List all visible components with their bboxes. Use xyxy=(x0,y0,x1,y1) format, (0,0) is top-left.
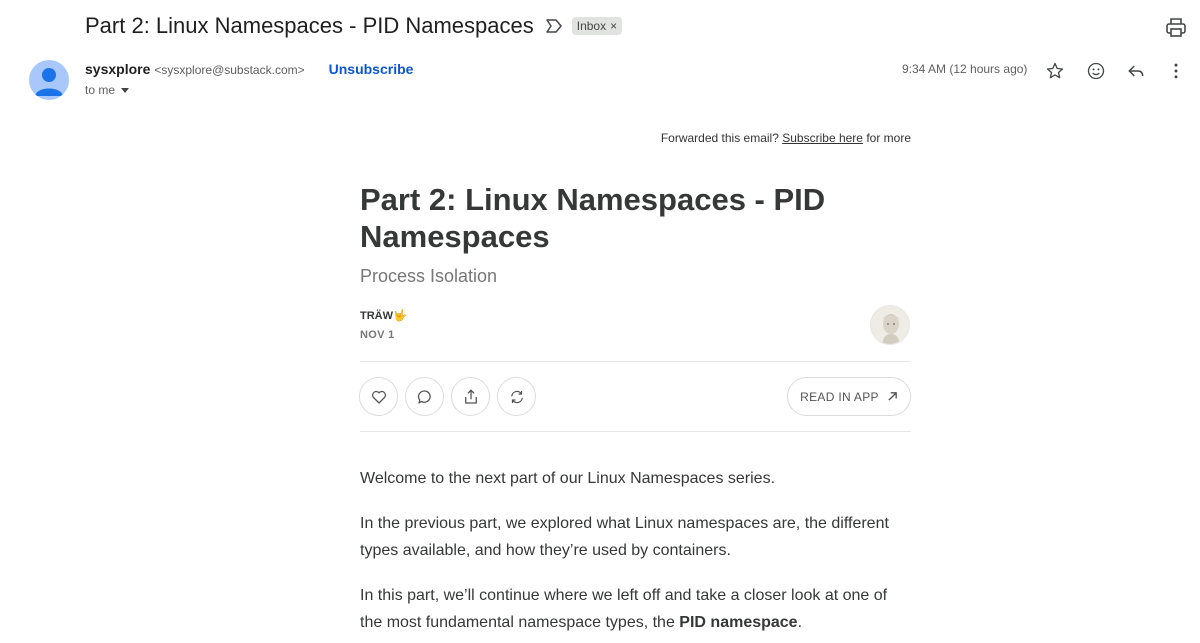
arrow-up-right-icon xyxy=(888,392,897,401)
like-button[interactable] xyxy=(359,377,398,416)
forward-notice: Forwarded this email? Subscribe here for… xyxy=(560,131,911,145)
comment-bubble-icon xyxy=(417,389,431,404)
inbox-label-chip: Inbox × xyxy=(571,17,623,35)
recipient-text: to me xyxy=(85,83,116,97)
smiley-icon[interactable] xyxy=(1084,59,1108,83)
star-icon[interactable] xyxy=(1043,59,1067,83)
share-icon xyxy=(464,388,477,404)
recipient-details-toggle[interactable]: to me xyxy=(85,83,130,97)
forward-suffix: for more xyxy=(866,131,911,145)
inbox-label-text: Inbox xyxy=(576,19,607,33)
post-title[interactable]: Part 2: Linux Namespaces - PID Namespace… xyxy=(360,181,911,255)
printer-icon[interactable] xyxy=(1164,16,1188,40)
label-outline-icon[interactable] xyxy=(546,17,564,35)
subscribe-link[interactable]: Subscribe here xyxy=(782,131,863,145)
pid-namespace-emphasis: PID namespace xyxy=(679,614,798,631)
more-vert-icon[interactable] xyxy=(1164,59,1188,83)
remove-label-button[interactable]: × xyxy=(610,19,617,33)
comment-button[interactable] xyxy=(405,377,444,416)
author-avatar[interactable] xyxy=(870,305,910,345)
paragraph-3-end: . xyxy=(797,614,803,631)
body-paragraph-2: In the previous part, we explored what L… xyxy=(360,515,889,559)
heart-icon xyxy=(371,390,386,404)
read-in-app-label: READ IN APP xyxy=(800,389,879,404)
sender-name[interactable]: sysxplore xyxy=(85,61,150,77)
body-paragraph-3: In this part, we’ll continue where we le… xyxy=(360,582,911,636)
restack-icon xyxy=(510,390,523,403)
chevron-down-icon xyxy=(121,87,130,93)
author-name[interactable]: TRÄW🤟 xyxy=(360,309,911,322)
body-paragraph-1: Welcome to the next part of our Linux Na… xyxy=(360,470,776,487)
email-timestamp: 9:34 AM (12 hours ago) xyxy=(902,62,1028,76)
post-date: NOV 1 xyxy=(360,329,395,341)
reply-icon[interactable] xyxy=(1124,59,1148,83)
divider-bottom xyxy=(360,431,911,432)
post-subtitle: Process Isolation xyxy=(360,266,498,286)
share-button[interactable] xyxy=(451,377,490,416)
email-subject: Part 2: Linux Namespaces - PID Namespace… xyxy=(85,13,534,38)
sender-row: sysxplore <sysxplore@substack.com> Unsub… xyxy=(85,61,413,77)
sender-email: <sysxplore@substack.com> xyxy=(154,63,305,77)
paragraph-3-text: In this part, we’ll continue where we le… xyxy=(360,587,888,631)
read-in-app-button[interactable]: READ IN APP xyxy=(787,377,911,416)
unsubscribe-link[interactable]: Unsubscribe xyxy=(329,61,414,77)
forward-prefix: Forwarded this email? xyxy=(660,131,779,145)
divider-top xyxy=(360,361,911,362)
sender-avatar[interactable] xyxy=(29,60,69,100)
subject-row: Part 2: Linux Namespaces - PID Namespace… xyxy=(85,10,623,42)
restack-button[interactable] xyxy=(497,377,536,416)
